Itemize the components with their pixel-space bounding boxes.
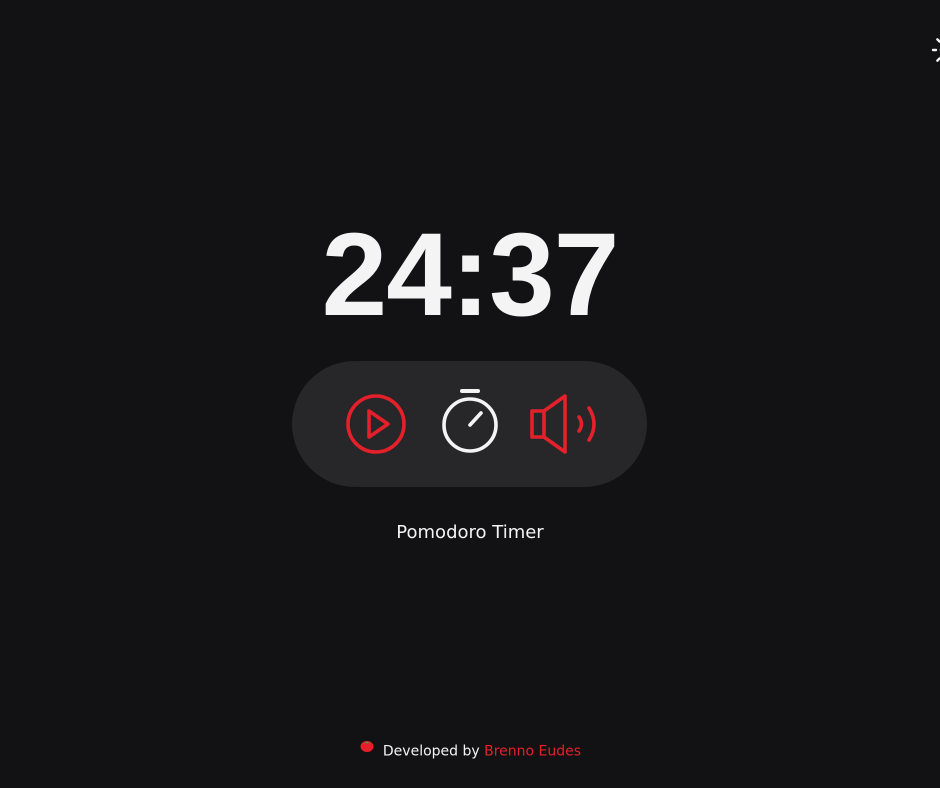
timer-display: 24:37 (321, 209, 620, 341)
play-button[interactable] (345, 393, 407, 455)
footer-prefix: Developed by (382, 743, 480, 760)
controls-panel (292, 361, 647, 487)
app-subtitle: Pomodoro Timer (396, 522, 544, 543)
sun-icon (931, 38, 940, 62)
theme-toggle-button[interactable] (922, 30, 940, 70)
author-link[interactable]: Brenno Eudes (484, 744, 581, 760)
play-icon (346, 394, 406, 454)
stopwatch-button[interactable] (440, 387, 500, 457)
speaker-icon (530, 394, 596, 454)
footer: Developed by Brenno Eudes (0, 740, 940, 763)
tomato-icon (359, 737, 375, 760)
sound-button[interactable] (528, 391, 600, 457)
pomodoro-page: 24:37 Pomodoro Timer Developed by Brenno… (0, 0, 940, 788)
stopwatch-icon (442, 389, 498, 453)
